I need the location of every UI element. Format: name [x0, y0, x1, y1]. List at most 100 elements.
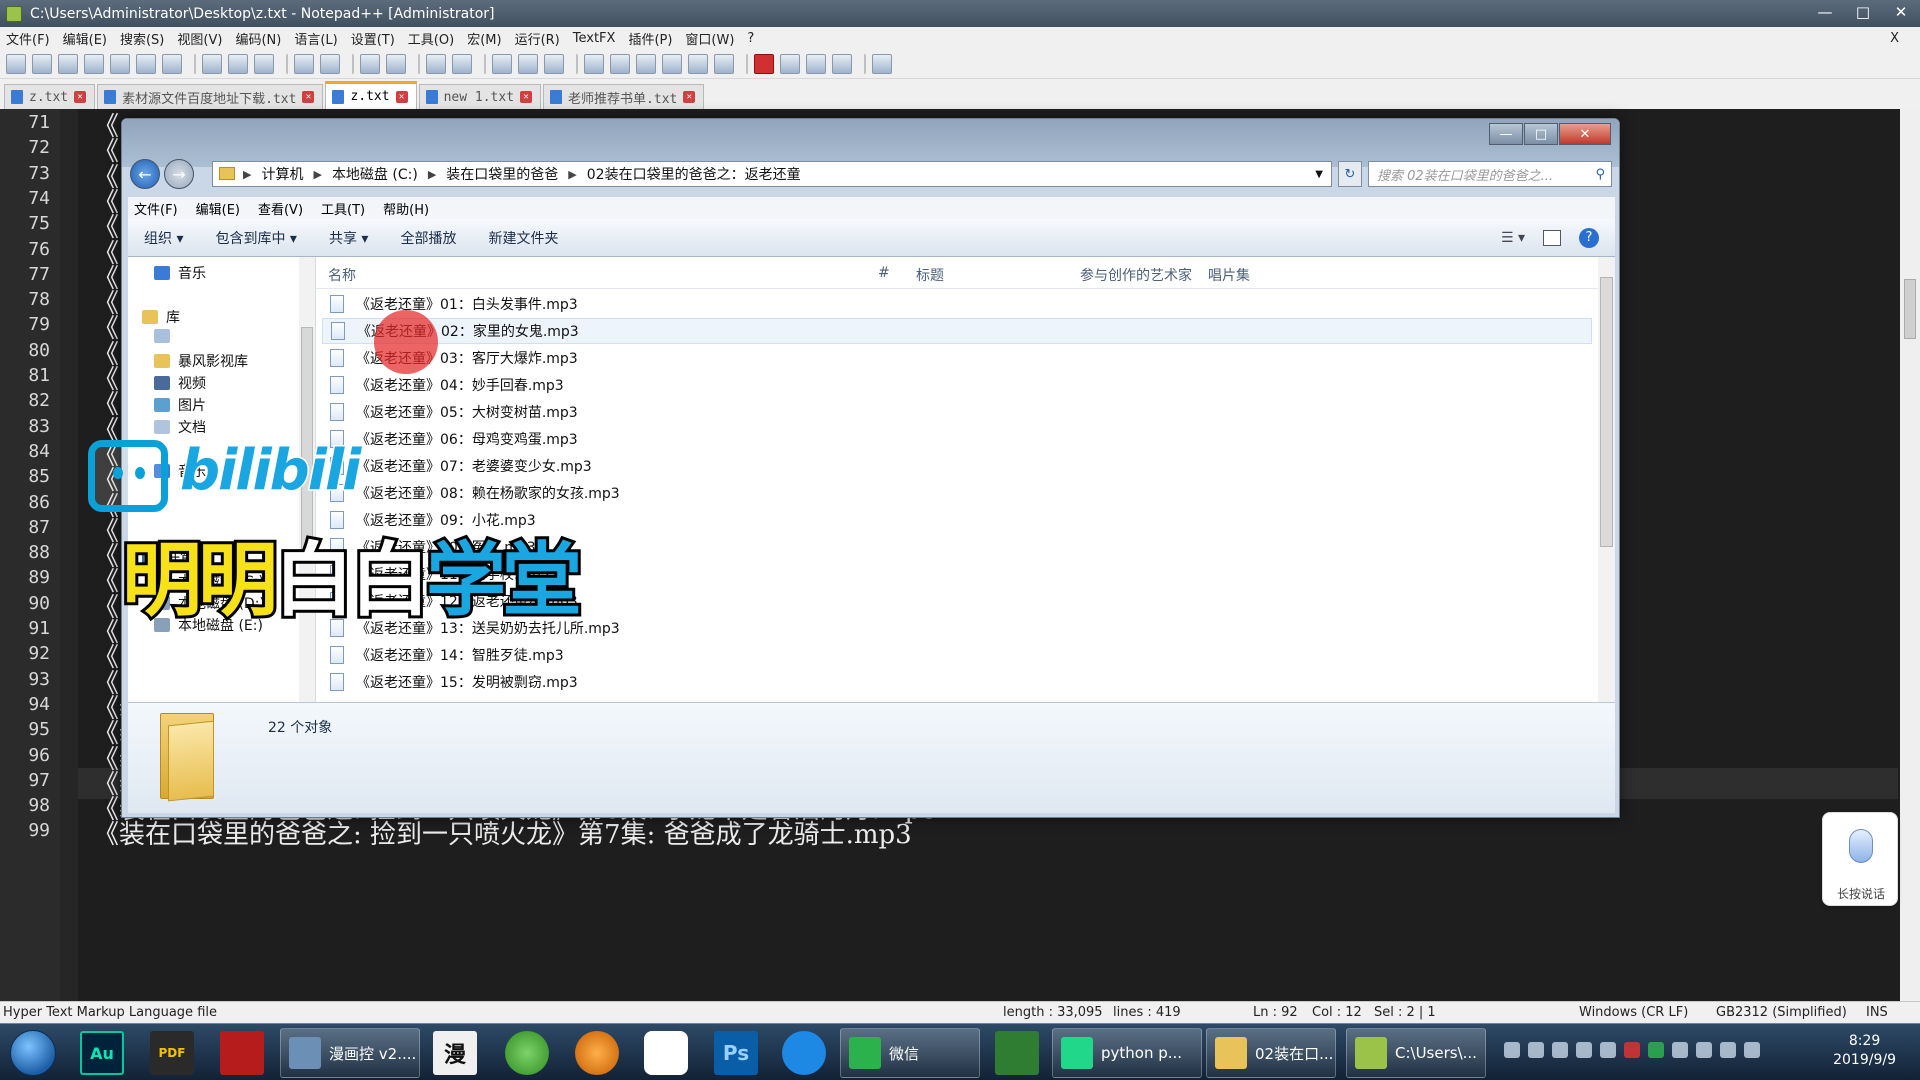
menu-item[interactable]: 查看(V) [258, 199, 303, 218]
menu-item[interactable]: 搜索(S) [120, 29, 164, 48]
file-row[interactable]: 《返老还童》15：发明被剽窃.mp3 [322, 669, 1592, 695]
npp-tab[interactable]: z.txt ✕ [325, 81, 417, 109]
npp-tab[interactable]: 素材源文件百度地址下载.txt ✕ [97, 84, 324, 109]
menu-item[interactable]: 插件(P) [628, 29, 672, 48]
menu-item[interactable]: 视图(V) [177, 29, 222, 48]
file-row[interactable]: 《返老还童》03：客厅大爆炸.mp3 [322, 345, 1592, 371]
menu-item[interactable]: 窗口(W) [685, 29, 734, 48]
menu-item[interactable]: 文件(F) [134, 199, 178, 218]
menu-item[interactable]: 编辑(E) [63, 29, 107, 48]
menu-item[interactable]: 设置(T) [351, 29, 395, 48]
npp-tab[interactable]: 老师推荐书单.txt ✕ [543, 84, 705, 109]
back-button[interactable]: ← [130, 159, 160, 189]
nav-item[interactable] [154, 329, 178, 343]
column-header-item[interactable]: 参与创作的艺术家 [1080, 265, 1192, 285]
toolbar-button-icon[interactable] [254, 53, 274, 74]
pdf-icon[interactable]: PDF [150, 1031, 194, 1075]
clock[interactable]: 8:29 2019/9/9 [1833, 1032, 1896, 1070]
search-input[interactable]: 搜索 02装在口袋里的爸爸之... ⚲ [1368, 161, 1612, 187]
toolbar-button-icon[interactable] [584, 53, 604, 74]
toolbar-button-icon[interactable] [492, 53, 512, 74]
nav-item[interactable]: 暴风影视库 [154, 351, 248, 371]
toolbar-button-icon[interactable] [518, 53, 538, 74]
toolbar-button-icon[interactable] [688, 53, 708, 74]
toolbar-button-icon[interactable] [806, 53, 826, 74]
list-scroll-thumb[interactable] [1600, 277, 1613, 547]
command-button[interactable]: 全部播放 [400, 228, 456, 248]
column-header-item[interactable]: 名称 [328, 265, 356, 285]
help-tray-icon[interactable] [1528, 1042, 1544, 1058]
nav-item[interactable]: 图片 [154, 395, 206, 415]
toolbar-button-icon[interactable] [320, 53, 340, 74]
breadcrumb-item[interactable]: 本地磁盘 (C:) [332, 164, 418, 184]
menu-close-icon[interactable]: X [1890, 31, 1899, 46]
file-row[interactable]: 《返老还童》02：家里的女鬼.mp3 [322, 318, 1592, 344]
column-header-item[interactable]: 标题 [916, 265, 944, 285]
flag-icon[interactable] [1696, 1042, 1712, 1058]
scroll-thumb[interactable] [1904, 279, 1916, 339]
command-button[interactable]: 组织 ▾ [144, 228, 183, 248]
menu-item[interactable]: 工具(O) [408, 29, 454, 48]
cloud-tray-icon[interactable] [1672, 1042, 1688, 1058]
command-button[interactable]: 共享 ▾ [329, 228, 368, 248]
help-icon[interactable]: ? [1579, 227, 1599, 248]
view-options-icon[interactable]: ☰ ▾ [1501, 230, 1525, 246]
explorer-maximize-button[interactable]: □ [1524, 123, 1558, 145]
toolbar-button-icon[interactable] [162, 53, 182, 74]
taskbar-task[interactable]: 微信 [840, 1028, 980, 1078]
voice-input-widget[interactable]: 长按说话 [1822, 812, 1898, 906]
baidu-netdisk-icon[interactable] [644, 1031, 688, 1075]
nav-item[interactable]: 视频 [154, 373, 206, 393]
menu-item[interactable]: TextFX [573, 31, 616, 46]
file-row[interactable]: 《返老还童》01：白头发事件.mp3 [322, 291, 1592, 317]
mic-tray-icon[interactable] [1552, 1042, 1568, 1058]
spreadsheet-icon[interactable] [995, 1031, 1039, 1075]
explorer-minimize-button[interactable]: — [1489, 123, 1523, 145]
browser-icon[interactable] [505, 1031, 549, 1075]
column-header-item[interactable]: 唱片集 [1208, 265, 1250, 285]
toolbar-button-icon[interactable] [832, 53, 852, 74]
book-app-icon[interactable] [220, 1031, 264, 1075]
menu-item[interactable]: 文件(F) [6, 29, 50, 48]
toolbar-button-icon[interactable] [6, 53, 26, 74]
command-button[interactable]: 新建文件夹 [488, 228, 558, 248]
tab-close-icon[interactable]: ✕ [683, 91, 696, 103]
reader-icon[interactable] [782, 1031, 826, 1075]
breadcrumb-item[interactable]: 计算机 [261, 164, 303, 184]
npp-tab[interactable]: z.txt ✕ [4, 84, 96, 109]
toolbar-button-icon[interactable] [610, 53, 630, 74]
taskbar-task[interactable]: python p... [1052, 1028, 1202, 1078]
menu-item[interactable]: 运行(R) [515, 29, 560, 48]
menu-item[interactable]: 帮助(H) [383, 199, 429, 218]
taskbar-task[interactable]: C:\Users\... [1346, 1028, 1486, 1078]
toolbar-button-icon[interactable] [84, 53, 104, 74]
close-button[interactable]: ✕ [1882, 0, 1920, 24]
toolbar-button-icon[interactable] [386, 53, 406, 74]
start-button[interactable] [10, 1030, 56, 1076]
photoshop-icon[interactable]: Ps [714, 1031, 758, 1075]
refresh-button[interactable]: ↻ [1338, 161, 1362, 187]
toolbar-button-icon[interactable] [110, 53, 130, 74]
address-bar[interactable]: ▶ 计算机 ▶ 本地磁盘 (C:) ▶ 装在口袋里的爸爸 ▶ 02装在口袋里的爸爸之：返老还… [212, 161, 1332, 187]
editor-scrollbar[interactable] [1900, 109, 1920, 1001]
toolbar-button-icon[interactable] [202, 53, 222, 74]
toolbar-button-icon[interactable] [228, 53, 248, 74]
tab-close-icon[interactable]: ✕ [74, 91, 87, 103]
wechat-tray-icon[interactable] [1648, 1042, 1664, 1058]
audition-icon[interactable]: Au [80, 1031, 124, 1075]
toolbar-button-icon[interactable] [32, 53, 52, 74]
toolbar-button-icon[interactable] [360, 53, 380, 74]
menu-item[interactable]: 宏(M) [467, 29, 501, 48]
comic-icon[interactable]: 漫 [433, 1031, 477, 1075]
menu-item[interactable]: 编码(N) [235, 29, 281, 48]
media-app-icon[interactable] [575, 1031, 619, 1075]
nav-item[interactable]: 音乐 [154, 263, 206, 283]
toolbar-button-icon[interactable] [754, 53, 774, 74]
signal-icon[interactable] [1720, 1042, 1736, 1058]
network-tray-icon[interactable] [1600, 1042, 1616, 1058]
breadcrumb-item[interactable]: 装在口袋里的爸爸 [446, 164, 558, 184]
minimize-button[interactable]: — [1806, 0, 1844, 24]
toolbar-button-icon[interactable] [662, 53, 682, 74]
tab-close-icon[interactable]: ✕ [520, 91, 533, 103]
file-row[interactable]: 《返老还童》05：大树变树苗.mp3 [322, 399, 1592, 425]
